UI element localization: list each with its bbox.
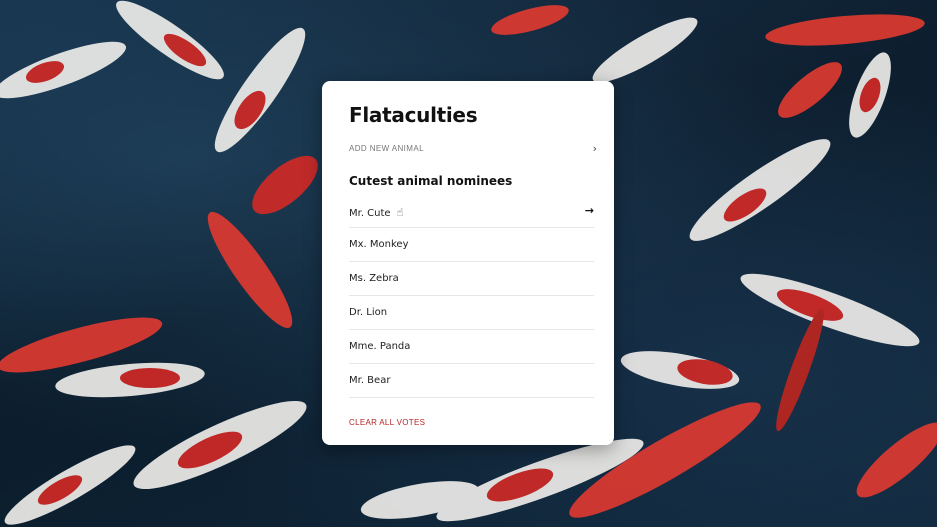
section-title: Cutest animal nominees bbox=[349, 174, 513, 188]
nominee-label: Mme. Panda bbox=[349, 341, 411, 352]
nominee-label: Mx. Monkey bbox=[349, 239, 409, 250]
nominee-item-mx-monkey[interactable]: Mx. Monkey bbox=[349, 228, 594, 262]
nominee-label: Mr. Bear bbox=[349, 375, 391, 386]
hand-cursor-icon: ☝ bbox=[396, 206, 404, 219]
clear-all-votes-button[interactable]: CLEAR ALL VOTES bbox=[349, 418, 425, 427]
nominee-list: Mr. Cute ☝ → Mx. Monkey Ms. Zebra Dr. Lio… bbox=[342, 194, 614, 398]
add-new-animal-label: ADD NEW ANIMAL bbox=[349, 143, 424, 153]
nominees-card: Flataculties ADD NEW ANIMAL › Cutest ani… bbox=[322, 81, 614, 445]
add-new-animal-link[interactable]: ADD NEW ANIMAL › bbox=[349, 139, 597, 157]
nominee-item-mr-cute[interactable]: Mr. Cute ☝ → bbox=[349, 194, 594, 228]
nominee-label: Ms. Zebra bbox=[349, 273, 399, 284]
nominee-label: Dr. Lion bbox=[349, 307, 388, 318]
chevron-right-icon: › bbox=[592, 141, 597, 155]
nominee-item-dr-lion[interactable]: Dr. Lion bbox=[349, 296, 594, 330]
nominee-label: Mr. Cute bbox=[349, 208, 391, 219]
nominee-item-ms-zebra[interactable]: Ms. Zebra bbox=[349, 262, 594, 296]
page-title: Flataculties bbox=[349, 103, 478, 127]
nominee-item-mme-panda[interactable]: Mme. Panda bbox=[349, 330, 594, 364]
nominee-item-mr-bear[interactable]: Mr. Bear bbox=[349, 364, 594, 398]
arrow-right-icon: → bbox=[584, 204, 594, 217]
